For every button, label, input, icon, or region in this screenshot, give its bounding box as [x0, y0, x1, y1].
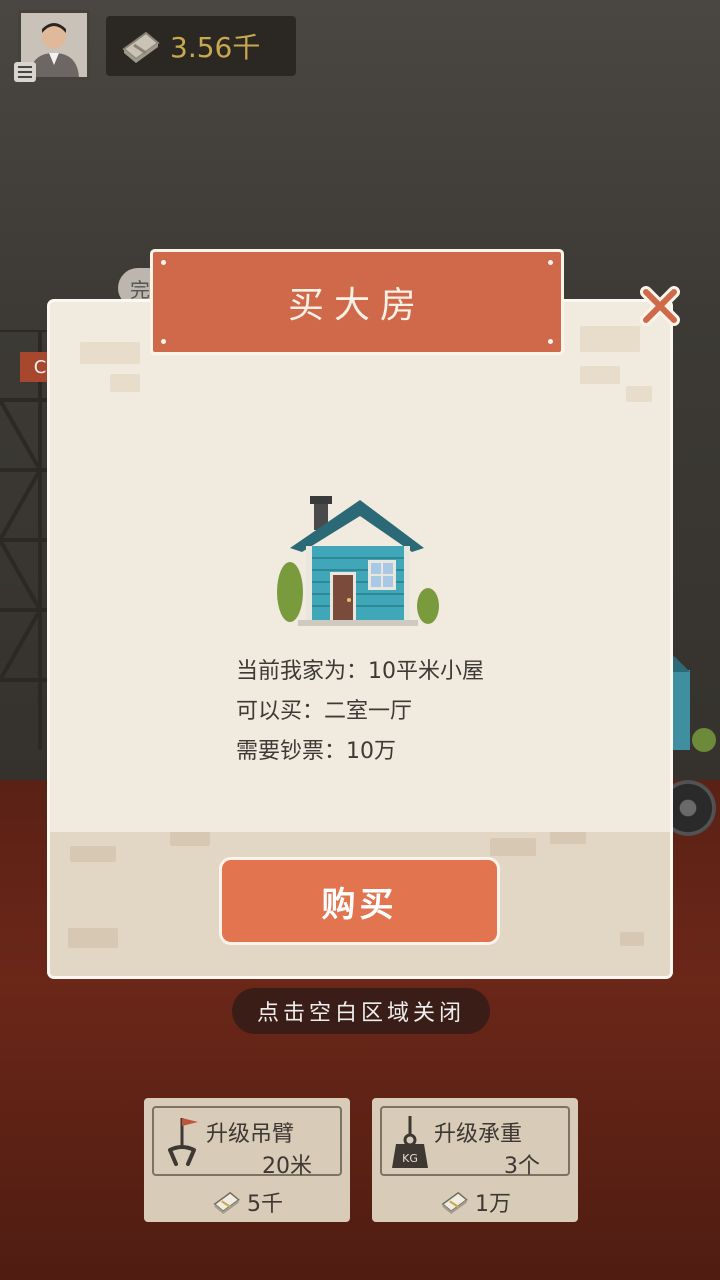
upgrade-arm-card[interactable]: 升级吊臂 20米 5千	[144, 1098, 350, 1222]
wall-brick	[110, 374, 140, 392]
cost-text: 需要钞票：10万	[236, 739, 396, 764]
floor-brick	[620, 932, 644, 946]
money-amount: 3.56千	[170, 31, 261, 64]
house-icon	[277, 496, 439, 626]
cash-stack-icon	[122, 31, 160, 63]
upgrade-cost-value: 1万	[475, 1192, 511, 1217]
money-display: 3.56千	[106, 16, 296, 76]
cash-stack-icon	[441, 1191, 468, 1214]
upgrade-value: 3个	[504, 1154, 540, 1179]
upgrade-title: 升级承重	[434, 1122, 523, 1147]
cash-stack-icon	[213, 1191, 240, 1214]
upgrade-title: 升级吊臂	[206, 1122, 295, 1147]
wall-brick	[580, 326, 640, 352]
wall-brick	[80, 342, 140, 364]
upgrade-cost-value: 5千	[247, 1192, 283, 1217]
buy-button[interactable]: 购买	[219, 857, 500, 945]
dialog-title-banner: 买大房	[153, 252, 561, 352]
upgrade-load-card[interactable]: KG 升级承重 3个 1万	[372, 1098, 578, 1222]
svg-text:KG: KG	[402, 1152, 418, 1165]
close-icon[interactable]	[636, 282, 684, 330]
upgrade-cost: 1万	[372, 1186, 578, 1218]
upgrade-cost: 5千	[144, 1186, 350, 1218]
wall-brick	[580, 366, 620, 384]
wall-brick	[626, 386, 652, 402]
close-hint: 点击空白区域关闭	[232, 988, 490, 1034]
house-info: 当前我家为：10平米小屋 可以买：二室一厅 需要钞票：10万	[236, 652, 576, 772]
kg-weight-icon: KG	[392, 1116, 428, 1168]
floor-brick	[170, 832, 210, 846]
floor-brick	[70, 846, 116, 862]
upgrade-value: 20米	[262, 1154, 312, 1179]
crane-hook-icon	[168, 1118, 198, 1166]
can-buy-text: 可以买：二室一厅	[236, 699, 413, 724]
current-home-text: 当前我家为：10平米小屋	[236, 659, 484, 684]
floor-brick	[68, 928, 118, 948]
menu-icon[interactable]	[14, 62, 36, 82]
dialog-title: 买大房	[287, 285, 426, 326]
floor-brick	[490, 838, 536, 856]
floor-brick	[550, 832, 586, 844]
